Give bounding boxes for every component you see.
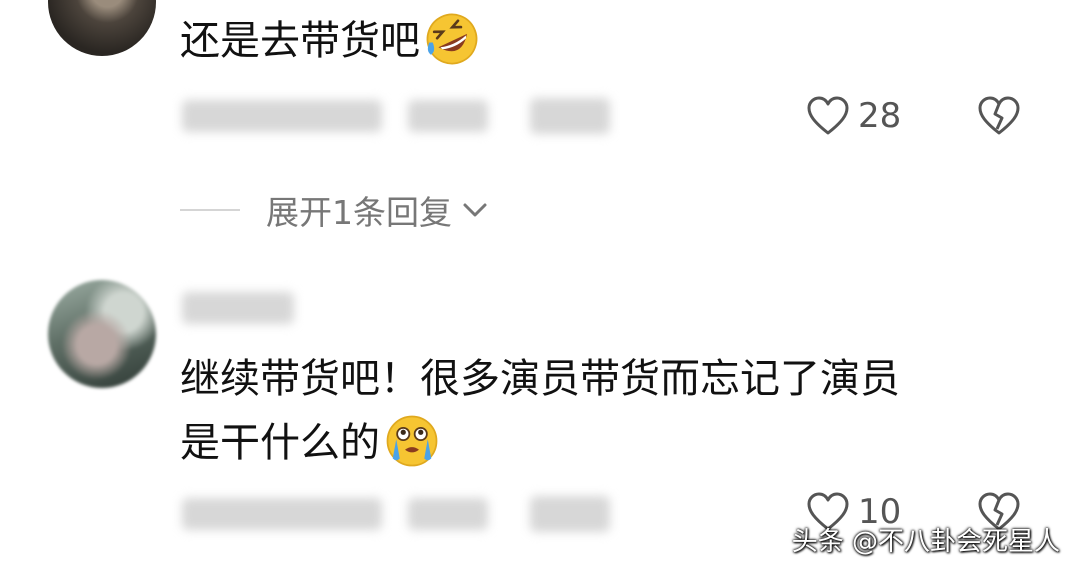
divider [180, 209, 240, 211]
broken-heart-icon[interactable] [977, 96, 1021, 136]
blurred-meta [182, 100, 382, 132]
crying-emoji [386, 415, 438, 467]
watermark: 头条 @不八卦会死星人 [791, 527, 1060, 557]
blurred-meta [408, 498, 488, 530]
like-group[interactable]: 28 [806, 96, 901, 136]
blurred-meta [182, 498, 382, 530]
blurred-meta [530, 98, 610, 134]
expand-replies-button[interactable]: 展开1条回复 [180, 186, 488, 234]
blurred-meta [530, 496, 610, 532]
comment-text-line: 继续带货吧！很多演员带货而忘记了演员 [180, 356, 900, 402]
comment-text: 还是去带货吧 [180, 13, 480, 71]
comment-text: 继续带货吧！很多演员带货而忘记了演员 是干什么的 [180, 352, 900, 473]
chevron-down-icon [462, 201, 488, 219]
avatar[interactable] [48, 0, 156, 56]
avatar[interactable] [48, 280, 156, 388]
rolling-on-floor-laughing-emoji [426, 13, 478, 65]
like-count: 28 [858, 96, 902, 136]
blurred-meta [408, 100, 488, 132]
comment-text-line: 是干什么的 [180, 420, 380, 466]
heart-icon[interactable] [806, 96, 850, 136]
blurred-username [182, 292, 294, 324]
expand-replies-label: 展开1条回复 [266, 193, 452, 232]
